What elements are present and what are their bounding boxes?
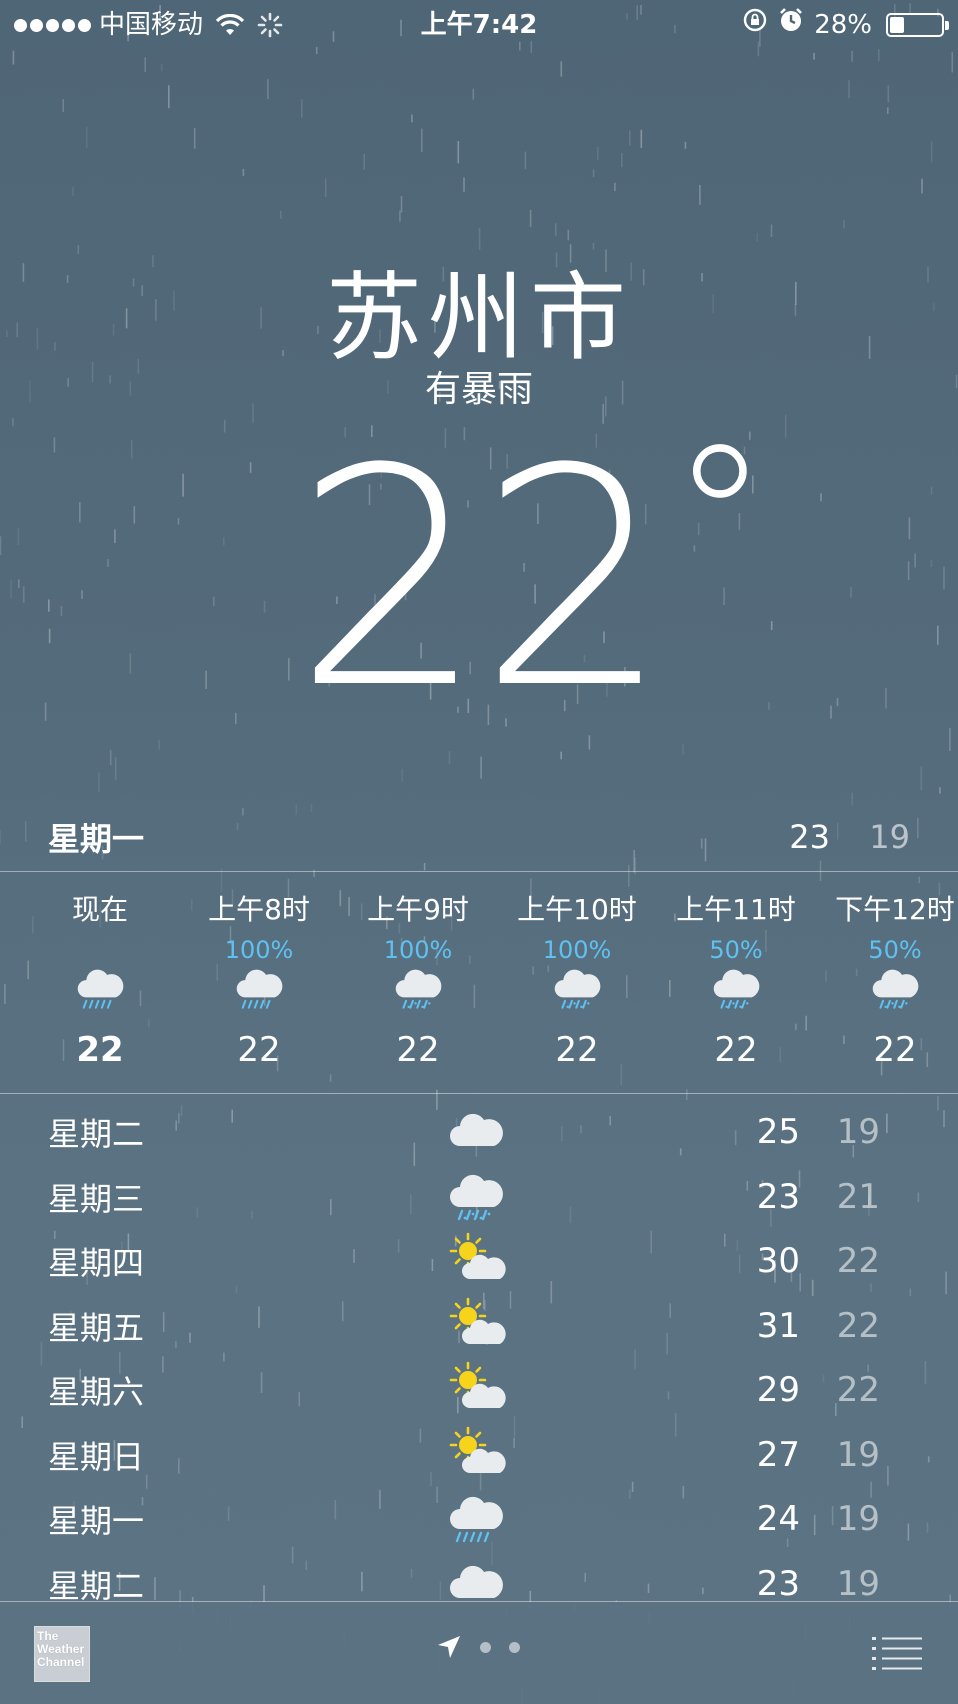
today-low: 19 [869,818,910,856]
rain-cloud-icon [76,960,126,1014]
degree-symbol: ° [669,403,770,636]
day-name: 星期六 [48,1373,145,1411]
hourly-item: 下午12时 50% 22 [815,872,958,1082]
hour-label: 现在 [71,893,128,926]
hourly-item: 上午9时 100% 22 [338,872,498,1082]
city-name: 苏州市 [326,262,632,374]
city-list-icon[interactable] [872,1636,922,1670]
rain-cloud-icon [235,960,285,1014]
day-low: 22 [836,1241,880,1281]
hourly-item: 上午11时 50% 22 [656,872,816,1082]
daily-forecast-row: 星期四 30 22 [48,1229,910,1293]
hour-label: 下午12时 [835,893,955,926]
day-name: 星期一 [48,1502,145,1540]
alarm-clock-icon [778,0,804,50]
daily-forecast-row: 星期日 27 19 [48,1423,910,1487]
day-low: 19 [836,1434,880,1475]
hour-label: 上午11时 [676,893,796,926]
weather-channel-logo[interactable]: The Weather Channel [34,1626,90,1682]
day-high: 23 [756,1176,800,1217]
rotation-lock-icon [742,0,768,50]
day-high: 23 [756,1563,800,1604]
partly-sunny-icon [448,1360,506,1416]
hourly-item: 现在 22 [20,872,180,1082]
page-dot [480,1641,491,1653]
hour-temperature: 22 [873,1030,917,1070]
cloud-icon [448,1102,506,1158]
daily-forecast-row: 星期五 31 22 [48,1294,910,1358]
battery-icon [886,13,949,37]
page-dot [509,1641,520,1653]
hour-label: 上午8时 [208,893,310,926]
day-high: 24 [756,1499,800,1539]
day-name: 星期三 [48,1179,145,1218]
day-name: 星期五 [48,1308,145,1347]
drizzle-cloud-icon [448,1167,506,1223]
day-high: 31 [756,1305,800,1346]
day-name: 星期二 [48,1115,145,1153]
today-day: 星期一 [48,820,145,858]
day-high: 29 [756,1370,800,1410]
day-low: 19 [836,1112,880,1152]
location-arrow-icon [438,1636,460,1658]
day-low: 22 [836,1305,880,1346]
current-temperature-value: 22 [294,405,670,754]
day-high: 30 [756,1241,800,1281]
partly-sunny-icon [448,1296,506,1352]
day-low: 19 [836,1499,880,1539]
day-name: 星期四 [48,1244,145,1282]
day-low: 19 [836,1563,880,1604]
day-low: 22 [836,1370,880,1410]
daily-forecast-row: 星期六 29 22 [48,1358,910,1422]
hour-temperature: 22 [237,1030,281,1070]
today-summary-row: 星期一 23 19 [48,812,910,862]
drizzle-cloud-icon [871,960,921,1014]
day-high: 27 [756,1434,800,1475]
day-low: 21 [836,1176,880,1217]
drizzle-cloud-icon [394,960,444,1014]
bottom-toolbar: The Weather Channel [0,1602,958,1704]
hour-temperature: 22 [714,1030,758,1070]
divider [0,1093,958,1094]
rain-cloud-icon [448,1489,506,1545]
hour-temperature: 22 [76,1030,124,1070]
partly-sunny-icon [448,1425,506,1481]
day-high: 25 [756,1112,800,1152]
daily-forecast-row: 星期二 25 19 [48,1100,910,1164]
hour-temperature: 22 [555,1030,599,1070]
hour-label: 上午9时 [367,893,469,926]
status-bar: 中国移动 上午7:42 28% [0,0,958,50]
hour-label: 上午10时 [517,893,637,926]
partly-sunny-icon [448,1231,506,1287]
daily-forecast-row: 星期三 23 21 [48,1165,910,1229]
hourly-item: 上午10时 100% 22 [497,872,657,1082]
day-name: 星期日 [48,1437,145,1476]
today-high: 23 [789,818,830,856]
hour-temperature: 22 [396,1030,440,1070]
battery-percent: 28% [814,10,872,40]
current-temperature: 22 ° [0,420,958,730]
hourly-item: 上午8时 100% 22 [179,872,339,1082]
page-indicator[interactable] [436,1634,520,1660]
hourly-forecast[interactable]: 现在 22 上午8时 100% 22 上午9时 100% 22 上午10时 100% 22 上午11时… [20,872,958,1082]
drizzle-cloud-icon [712,960,762,1014]
day-name: 星期二 [48,1566,145,1605]
drizzle-cloud-icon [553,960,603,1014]
daily-forecast-row: 星期一 24 19 [48,1487,910,1551]
